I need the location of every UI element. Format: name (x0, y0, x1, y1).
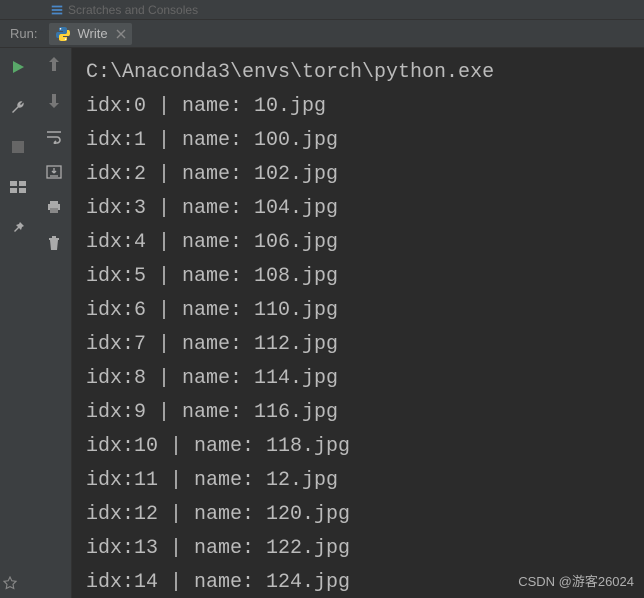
close-icon[interactable] (116, 29, 126, 39)
run-toolbar-left (0, 48, 36, 598)
stop-icon[interactable] (7, 136, 29, 158)
favorites-tool-icon[interactable] (0, 568, 20, 598)
watermark: CSDN @游客26024 (518, 571, 634, 590)
pin-icon[interactable] (7, 216, 29, 238)
arrow-down-icon[interactable] (47, 93, 61, 114)
python-icon (55, 26, 71, 42)
arrow-up-icon[interactable] (47, 56, 61, 77)
run-tab[interactable]: Write (49, 23, 131, 45)
soft-wrap-icon[interactable] (46, 130, 62, 149)
scratches-label: Scratches and Consoles (68, 3, 198, 17)
trash-icon[interactable] (47, 235, 61, 256)
console-output[interactable]: C:\Anaconda3\envs\torch\python.exe idx:0… (72, 48, 644, 598)
print-icon[interactable] (46, 200, 62, 219)
run-toolwindow-header: Run: Write (0, 20, 644, 48)
wrench-icon[interactable] (7, 96, 29, 118)
run-icon[interactable] (7, 56, 29, 78)
run-label: Run: (10, 26, 37, 41)
scratches-icon (50, 3, 64, 17)
run-toolwindow-body: C:\Anaconda3\envs\torch\python.exe idx:0… (0, 48, 644, 598)
scroll-to-end-icon[interactable] (46, 165, 62, 184)
layout-icon[interactable] (7, 176, 29, 198)
project-tree-row: Scratches and Consoles (0, 0, 644, 20)
run-toolbar-right (36, 48, 72, 598)
run-tab-label: Write (77, 26, 107, 41)
